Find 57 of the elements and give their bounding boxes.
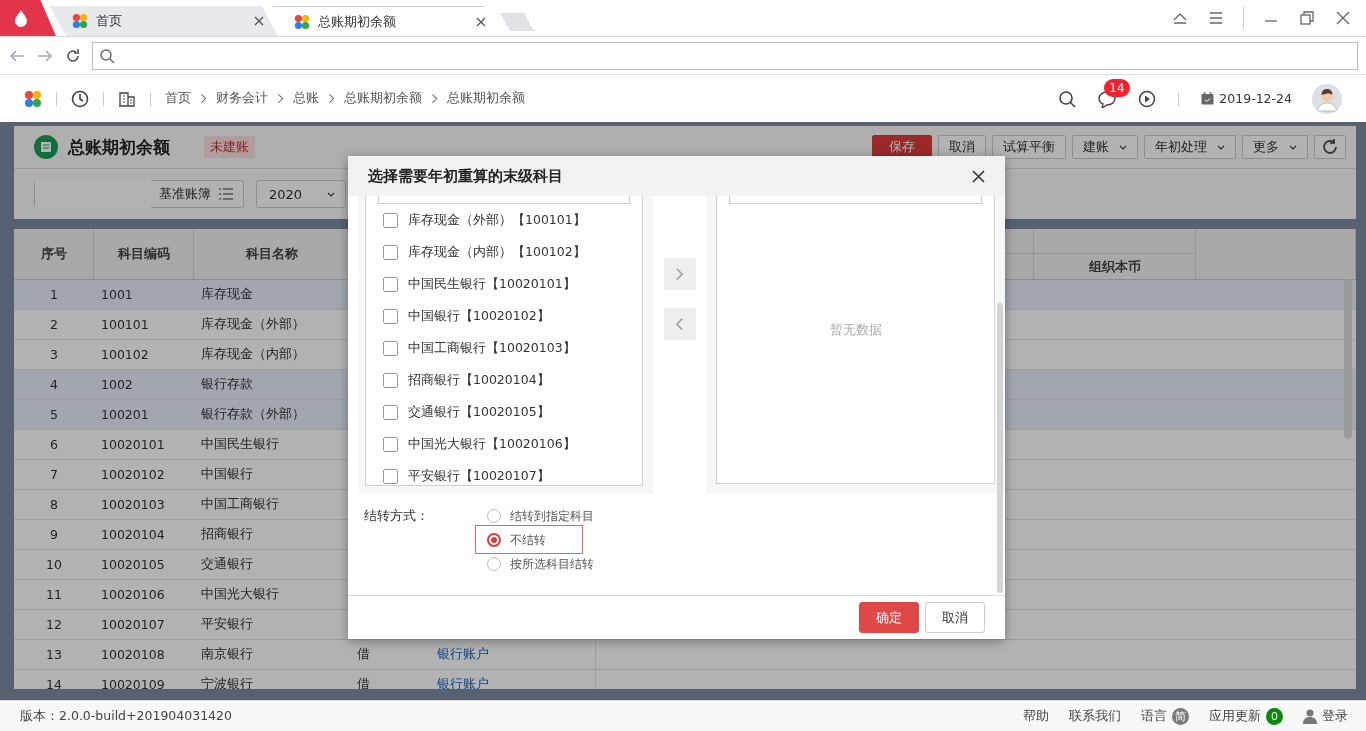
- column-header: 序号: [14, 229, 94, 279]
- table-cell-text: 中国民生银行: [200, 435, 280, 453]
- version-text: 版本：2.0.0-build+201904031420: [20, 707, 232, 725]
- date-text: 2019-12-24: [1219, 91, 1292, 106]
- table-cell-text: 4: [49, 376, 59, 394]
- count-badge: 简: [1172, 707, 1189, 725]
- table-cell-text: 10020109: [100, 676, 166, 689]
- table-cell-text: 10020105: [100, 556, 166, 574]
- table-cell-text: 1001: [100, 286, 134, 304]
- table-cell-text: 库存现金（外部）: [200, 315, 306, 333]
- table-cell-text: 银行存款: [200, 375, 254, 393]
- table-cell-text: 平安银行: [200, 615, 254, 633]
- table-cell-text: 7: [49, 466, 59, 484]
- column-header: 科目编码: [94, 229, 194, 279]
- status-tag: 未建账: [204, 136, 255, 158]
- page-title: 总账期初余额: [68, 135, 170, 159]
- table-cell-text: 12: [45, 616, 63, 634]
- table-cell-text: 100101: [100, 316, 150, 334]
- table-cell-text: 10020101: [100, 436, 166, 454]
- table-cell-text: 10020106: [100, 586, 166, 604]
- table-cell-text: 10020108: [100, 646, 166, 664]
- table-cell-text: 库存现金: [200, 285, 254, 303]
- table-cell-text: 100102: [100, 346, 150, 364]
- table-cell-text: 10020107: [100, 616, 166, 634]
- table-cell-text: 银行存款（外部）: [200, 405, 306, 423]
- field-label: 结转方式：: [364, 507, 430, 525]
- table-cell-text: 10: [45, 556, 63, 574]
- table-cell-text: 5: [49, 406, 59, 424]
- table-cell-text: 13: [45, 646, 63, 664]
- table-cell-text: 100201: [100, 406, 150, 424]
- table-cell-text: 9: [49, 526, 59, 544]
- table-cell-text: 交通银行: [200, 555, 254, 573]
- table-cell-text: 14: [45, 676, 63, 689]
- column-header: 组织本币: [1034, 254, 1196, 279]
- table-cell-text: 1: [49, 286, 59, 304]
- table-cell-text: 3: [49, 346, 59, 364]
- table-cell-text: 中国工商银行: [200, 495, 280, 513]
- table-cell-text: 借: [356, 675, 371, 689]
- table-cell-text: 10020103: [100, 496, 166, 514]
- count-badge: 0: [1266, 707, 1283, 725]
- table-cell-text: 库存现金（内部）: [200, 345, 306, 363]
- table-cell-text: 借: [356, 645, 371, 663]
- table-cell-text: 8: [49, 496, 59, 514]
- table-cell-text: 11: [45, 586, 63, 604]
- message-count-badge: 14: [1104, 78, 1130, 97]
- table-cell-text: 10020104: [100, 526, 166, 544]
- table-cell-text: 6: [49, 436, 59, 454]
- table-cell-text: 宁波银行: [200, 675, 254, 689]
- table-cell-text: 中国光大银行: [200, 585, 280, 603]
- empty-text: 暂无数据: [829, 322, 882, 339]
- table-cell-text: 1002: [100, 376, 134, 394]
- table-cell-text: 南京银行: [200, 645, 254, 663]
- table-cell-text: 10020102: [100, 466, 166, 484]
- table-cell-text: 2: [49, 316, 59, 334]
- dialog-title: 选择需要年初重算的末级科目: [368, 166, 563, 186]
- table-cell-text: 招商银行: [200, 525, 254, 543]
- table-cell-text: 中国银行: [200, 465, 254, 483]
